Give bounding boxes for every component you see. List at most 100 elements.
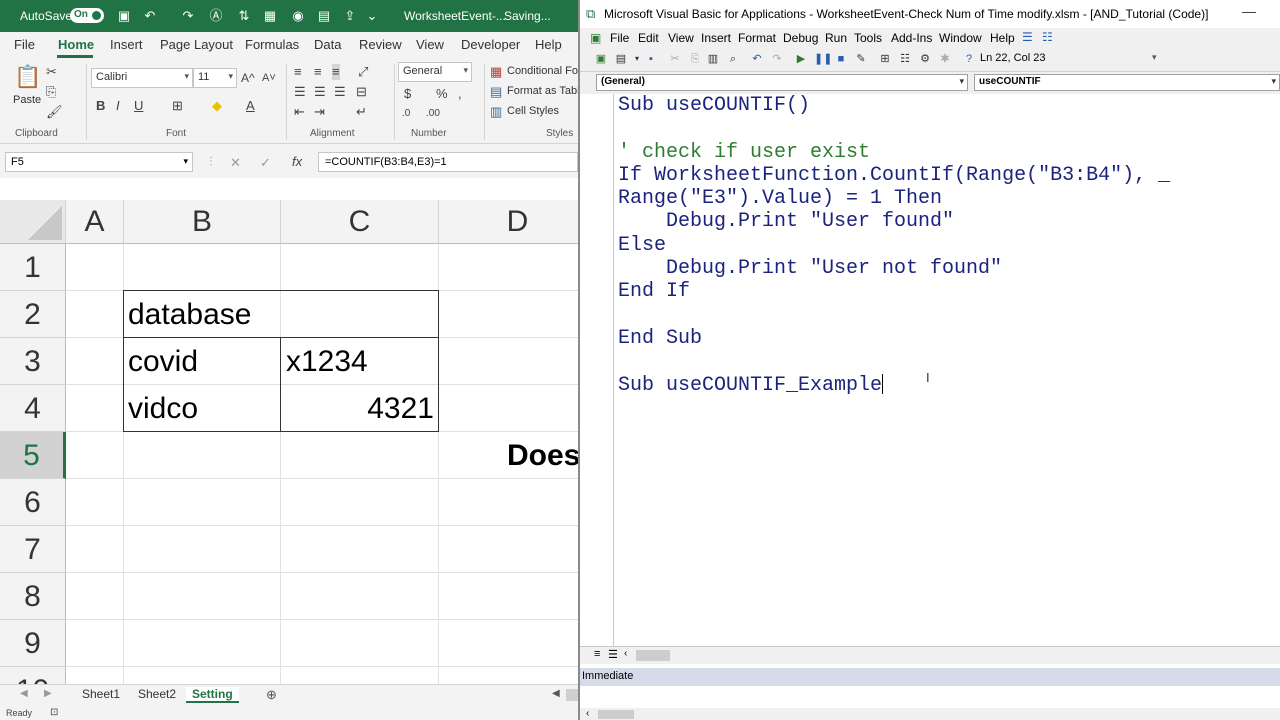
row-header-4[interactable]: 4 [0,385,66,432]
cell-b3[interactable]: covid [128,338,198,385]
decrease-decimal-icon[interactable]: .00 [426,106,440,122]
bold-icon[interactable]: B [96,98,105,114]
menu-insert[interactable]: Insert [701,31,731,45]
spreadsheet-grid[interactable]: A B C D 1 2 3 4 5 6 7 8 9 10 database co… [0,200,578,684]
italic-icon[interactable]: I [116,98,120,114]
menu-window[interactable]: Window [939,31,982,45]
tab-data[interactable]: Data [314,37,341,52]
format-table-icon[interactable]: ▤ [490,84,502,100]
tab-file[interactable]: File [14,37,35,52]
procedure-select[interactable]: useCOUNTIF ▾ [974,74,1280,91]
tab-review[interactable]: Review [359,37,402,52]
column-header-c[interactable]: C [281,200,439,244]
grid-icon[interactable]: ▦ [262,8,278,24]
redo-icon[interactable]: ↷ [770,52,784,66]
format-table-label[interactable]: Format as Table [507,85,578,97]
reset-icon[interactable]: ■ [834,52,848,66]
menu-view[interactable]: View [668,31,694,45]
borders-icon[interactable]: ⊞ [172,98,183,114]
merge-icon[interactable]: ⊟ [356,84,367,100]
cut-icon[interactable]: ✂ [46,64,57,80]
code-line[interactable]: Range("E3").Value) = 1 Then [618,187,1268,210]
number-format-select[interactable]: General ▾ [398,62,472,82]
horizontal-scrollbar[interactable] [566,689,578,701]
sheet-tab-setting[interactable]: Setting [186,687,239,703]
row-header-7[interactable]: 7 [0,526,66,573]
tab-page-layout[interactable]: Page Layout [160,37,233,52]
indent-decrease-icon[interactable]: ⇤ [294,104,305,120]
menu-tools[interactable]: Tools [854,31,882,45]
code-line[interactable]: Sub useCOUNTIF() [618,94,1268,117]
code-line[interactable] [618,117,1268,140]
row-header-9[interactable]: 9 [0,620,66,667]
shrink-font-icon[interactable]: A˅ [262,70,276,86]
save-icon[interactable]: ▪ [644,52,658,66]
row-header-5[interactable]: 5 [0,432,66,479]
text-box-icon[interactable]: Ⓐ [208,8,224,24]
orientation-icon[interactable]: ⤢ [358,64,368,80]
paste-icon[interactable]: 📋 [14,64,41,90]
customize-icon[interactable]: ⌄ [364,8,380,24]
properties-icon[interactable]: ☷ [898,52,912,66]
module-view-icon[interactable]: ☰ [608,648,618,661]
cell-b4[interactable]: vidco [128,385,198,432]
align-middle-icon[interactable]: ≡ [314,64,322,80]
toolbar-options-icon[interactable]: ▾ [1152,52,1157,63]
code-line[interactable]: End If [618,280,1268,303]
column-header-b[interactable]: B [124,200,281,244]
copy-icon[interactable]: ⎘ [688,52,702,66]
code-line[interactable]: Debug.Print "User found" [618,210,1268,233]
currency-icon[interactable]: $ [404,86,411,102]
indent-increase-icon[interactable]: ⇥ [314,104,325,120]
view-excel-icon[interactable]: ▣ [594,52,608,66]
copy-icon[interactable]: ⎘ [46,84,56,100]
table-icon[interactable]: ▤ [316,8,332,24]
column-header-a[interactable]: A [66,200,124,244]
autosave-toggle[interactable]: On [70,8,104,23]
code-line[interactable]: End Sub [618,327,1268,350]
outdent-icon[interactable]: ☷ [1042,30,1053,44]
font-size-select[interactable]: 11 ▾ [193,68,237,88]
align-top-icon[interactable]: ≡ [294,64,302,80]
enter-icon[interactable]: ✓ [260,155,271,171]
redo-icon[interactable]: ↷ [180,8,196,24]
cell-c4[interactable]: 4321 [284,385,434,432]
tab-home[interactable]: Home [58,37,94,52]
fill-color-icon[interactable]: ◆ [212,98,222,114]
cell-c3[interactable]: x1234 [286,338,368,385]
project-explorer-icon[interactable]: ⊞ [878,52,892,66]
paste-label[interactable]: Paste [13,94,41,106]
tab-view[interactable]: View [416,37,444,52]
add-sheet-icon[interactable]: ⊕ [266,687,277,703]
menu-run[interactable]: Run [825,31,847,45]
minimize-icon[interactable]: — [1242,3,1256,19]
align-right-icon[interactable]: ☰ [334,84,346,100]
object-browser-icon[interactable]: ⚙ [918,52,932,66]
align-center-icon[interactable]: ☰ [314,84,326,100]
dropdown-icon[interactable]: ▾ [630,52,644,66]
underline-icon[interactable]: U [134,98,143,114]
comma-icon[interactable]: , [458,86,462,102]
code-window-icon[interactable]: ▣ [590,31,601,45]
font-name-select[interactable]: Calibri ▾ [91,68,193,88]
percent-icon[interactable]: % [436,86,448,102]
row-header-1[interactable]: 1 [0,244,66,291]
sheet-tab-sheet2[interactable]: Sheet2 [138,687,176,701]
tab-help[interactable]: Help [535,37,562,52]
procedure-view-icon[interactable]: ≡ [594,648,600,660]
design-mode-icon[interactable]: ✎ [854,52,868,66]
break-icon[interactable]: ❚❚ [814,52,832,66]
code-line[interactable] [618,350,1268,373]
tab-insert[interactable]: Insert [110,37,143,52]
cancel-icon[interactable]: ✕ [230,155,241,171]
wrap-text-icon[interactable]: ↵ [356,104,367,120]
align-bottom-icon[interactable]: ≡ [332,64,340,80]
prev-sheet-icon[interactable]: ◀ [20,688,28,699]
code-line[interactable]: Else [618,234,1268,257]
column-header-d[interactable]: D [439,200,578,244]
indent-icon[interactable]: ☰ [1022,30,1033,44]
grow-font-icon[interactable]: A^ [241,70,255,86]
cell-styles-icon[interactable]: ▥ [490,104,502,120]
font-color-icon[interactable]: A [246,98,255,114]
save-icon[interactable]: ▣ [116,8,132,24]
